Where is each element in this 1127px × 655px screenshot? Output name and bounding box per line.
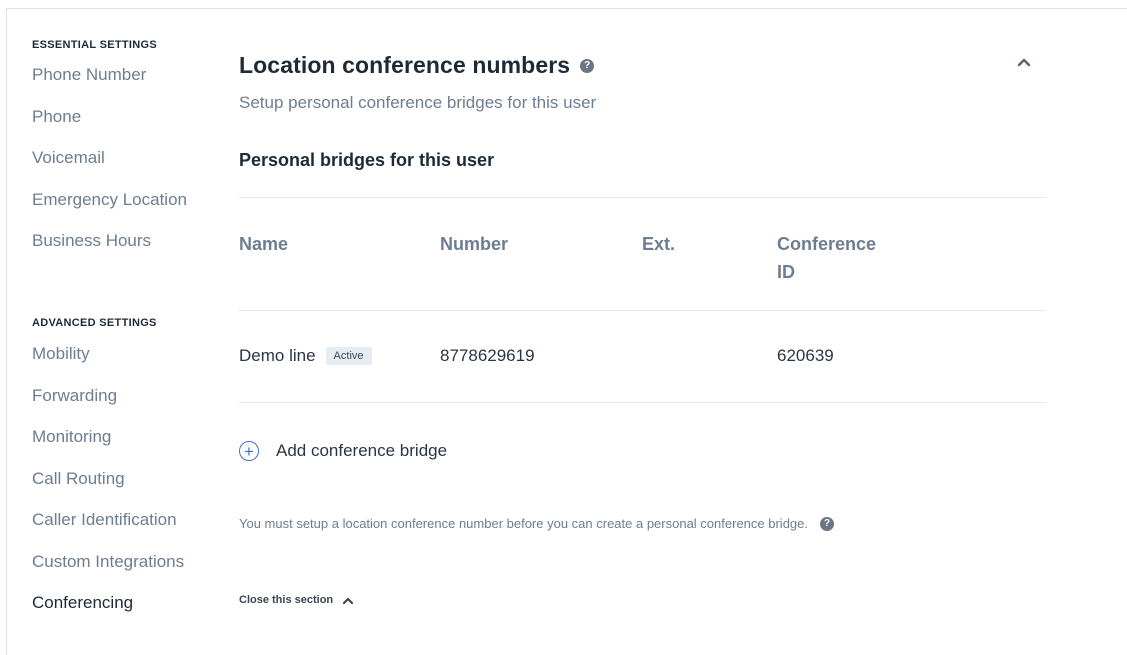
column-header-ext: Ext. bbox=[642, 234, 676, 254]
sidebar-item-conferencing[interactable]: Conferencing bbox=[32, 582, 212, 624]
column-header-number: Number bbox=[440, 234, 509, 254]
help-icon[interactable]: ? bbox=[580, 58, 595, 73]
column-header-conference-id: Conference ID bbox=[777, 230, 876, 286]
sidebar-item-mobility[interactable]: Mobility bbox=[32, 333, 212, 375]
divider bbox=[239, 402, 1046, 403]
section-title-row: Location conference numbers ? bbox=[239, 52, 595, 79]
column-header-conference-id-line1: Conference bbox=[777, 234, 877, 254]
chevron-up-icon[interactable] bbox=[1016, 56, 1032, 68]
settings-sidebar: ESSENTIAL SETTINGS Phone Number Phone Vo… bbox=[32, 38, 212, 262]
sidebar-item-call-routing[interactable]: Call Routing bbox=[32, 458, 212, 500]
add-circle-icon: + bbox=[239, 441, 259, 461]
conference-section: Location conference numbers ? Setup pers… bbox=[239, 0, 1046, 655]
close-section-label: Close this section bbox=[239, 594, 334, 606]
divider bbox=[239, 197, 1046, 198]
sidebar-item-custom-integrations[interactable]: Custom Integrations bbox=[32, 541, 212, 583]
table-row: Demo line Active bbox=[239, 346, 372, 366]
sidebar-item-forwarding[interactable]: Forwarding bbox=[32, 375, 212, 417]
bridge-conference-id: 620639 bbox=[777, 346, 834, 365]
column-header-name: Name bbox=[239, 234, 289, 254]
chevron-up-icon bbox=[343, 597, 354, 604]
bridge-name: Demo line bbox=[239, 346, 316, 365]
sidebar-item-caller-identification[interactable]: Caller Identification bbox=[32, 499, 212, 541]
setup-note: You must setup a location conference num… bbox=[239, 516, 834, 531]
advanced-settings-group: ADVANCED SETTINGS Mobility Forwarding Mo… bbox=[32, 316, 212, 624]
section-title: Location conference numbers bbox=[239, 52, 571, 78]
add-conference-bridge-label: Add conference bridge bbox=[276, 441, 448, 460]
setup-note-text: You must setup a location conference num… bbox=[239, 516, 808, 531]
column-header-conference-id-line2: ID bbox=[777, 262, 795, 282]
sidebar-item-phone[interactable]: Phone bbox=[32, 96, 212, 138]
sidebar-item-phone-number[interactable]: Phone Number bbox=[32, 54, 212, 96]
close-section-link[interactable]: Close this section bbox=[239, 594, 354, 606]
divider bbox=[239, 310, 1046, 311]
sidebar-item-voicemail[interactable]: Voicemail bbox=[32, 137, 212, 179]
advanced-settings-heading: ADVANCED SETTINGS bbox=[32, 317, 157, 329]
status-badge: Active bbox=[325, 347, 372, 365]
sidebar-item-monitoring[interactable]: Monitoring bbox=[32, 416, 212, 458]
bridges-heading: Personal bridges for this user bbox=[239, 150, 495, 170]
section-subtitle: Setup personal conference bridges for th… bbox=[239, 93, 597, 112]
add-conference-bridge-button[interactable]: + Add conference bridge bbox=[239, 441, 447, 461]
essential-settings-heading: ESSENTIAL SETTINGS bbox=[32, 39, 157, 51]
sidebar-item-business-hours[interactable]: Business Hours bbox=[32, 220, 212, 262]
bridge-number: 8778629619 bbox=[440, 346, 535, 365]
sidebar-item-emergency-location[interactable]: Emergency Location bbox=[32, 179, 212, 221]
note-help-icon[interactable]: ? bbox=[820, 516, 834, 531]
